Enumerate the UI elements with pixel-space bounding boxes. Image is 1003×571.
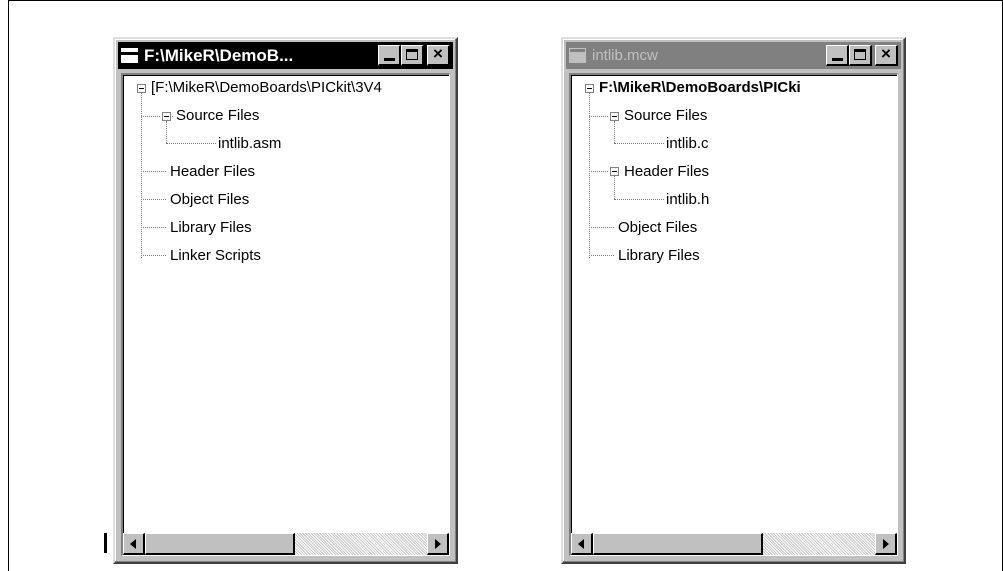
tree-item-object-files[interactable]: Object Files — [170, 188, 249, 212]
project-tree: [F:\MikeR\DemoBoards\PICkit\3V4 Source F… — [123, 75, 449, 533]
title-bar[interactable]: F:\MikeR\DemoB... × — [118, 42, 453, 69]
minimize-button[interactable] — [826, 45, 849, 66]
close-button[interactable]: × — [427, 44, 450, 66]
tree-connector — [589, 227, 614, 228]
horizontal-scrollbar[interactable] — [123, 533, 449, 555]
system-menu-icon[interactable] — [121, 48, 138, 63]
arrow-left-icon — [578, 539, 584, 549]
tree-connector — [141, 199, 166, 200]
maximize-button[interactable] — [401, 45, 424, 66]
scroll-left-button[interactable] — [123, 533, 145, 555]
window-title: F:\MikeR\DemoB... — [144, 45, 294, 65]
arrow-left-icon — [130, 539, 136, 549]
tree-item-header-files[interactable]: Header Files — [624, 160, 709, 184]
tree-item-file[interactable]: intlib.asm — [218, 132, 281, 156]
tree-connector — [166, 143, 216, 144]
tree-connector — [614, 121, 615, 143]
maximize-icon — [406, 49, 418, 60]
minimize-icon — [832, 58, 843, 61]
system-menu-icon[interactable] — [569, 48, 586, 63]
tree-connector — [589, 93, 590, 258]
tree-connector — [589, 116, 608, 117]
collapse-toggle[interactable] — [610, 167, 619, 176]
tree-item-file[interactable]: intlib.c — [666, 132, 709, 156]
close-button[interactable]: × — [875, 44, 898, 66]
tree-item-library-files[interactable]: Library Files — [618, 244, 700, 268]
collapse-toggle[interactable] — [137, 84, 146, 93]
close-icon: × — [433, 44, 443, 63]
tree-connector — [614, 143, 664, 144]
scroll-thumb[interactable] — [593, 533, 763, 555]
tree-item-source-files[interactable]: Source Files — [176, 104, 259, 128]
tree-item-file[interactable]: intlib.h — [666, 188, 709, 212]
tree-connector — [141, 93, 142, 258]
tree-item-source-files[interactable]: Source Files — [624, 104, 707, 128]
tree-connector — [614, 199, 664, 200]
tree-item-header-files[interactable]: Header Files — [170, 160, 255, 184]
project-tree-pane: [F:\MikeR\DemoBoards\PICkit\3V4 Source F… — [121, 73, 450, 556]
close-icon: × — [881, 44, 891, 63]
tree-connector — [141, 171, 166, 172]
project-window-c: intlib.mcw × F:\MikeR\DemoBoards\PICki S… — [561, 37, 906, 564]
project-tree-pane: F:\MikeR\DemoBoards\PICki Source Files i… — [569, 73, 898, 556]
scroll-left-button[interactable] — [571, 533, 593, 555]
tree-connector — [589, 171, 608, 172]
tree-item-linker-scripts[interactable]: Linker Scripts — [170, 244, 261, 268]
tree-item-object-files[interactable]: Object Files — [618, 216, 697, 240]
tree-item-library-files[interactable]: Library Files — [170, 216, 252, 240]
scroll-thumb[interactable] — [145, 533, 295, 555]
arrow-right-icon — [883, 539, 889, 549]
collapse-toggle[interactable] — [585, 84, 594, 93]
tree-connector — [141, 116, 160, 117]
scroll-right-button[interactable] — [875, 533, 897, 555]
minimize-button[interactable] — [378, 45, 401, 66]
scroll-right-button[interactable] — [427, 533, 449, 555]
collapse-toggle[interactable] — [610, 112, 619, 121]
tree-connector — [141, 227, 166, 228]
minimize-icon — [384, 58, 395, 61]
tree-connector — [589, 255, 614, 256]
title-bar[interactable]: intlib.mcw × — [566, 42, 901, 69]
horizontal-scrollbar[interactable] — [571, 533, 897, 555]
tree-root[interactable]: [F:\MikeR\DemoBoards\PICkit\3V4 — [151, 76, 382, 100]
tree-root[interactable]: F:\MikeR\DemoBoards\PICki — [599, 76, 801, 100]
tree-connector — [166, 121, 167, 143]
project-tree: F:\MikeR\DemoBoards\PICki Source Files i… — [571, 75, 897, 533]
frame-mark — [104, 533, 107, 553]
collapse-toggle[interactable] — [162, 112, 171, 121]
window-title: intlib.mcw — [592, 47, 658, 64]
maximize-icon — [854, 49, 866, 60]
maximize-button[interactable] — [849, 45, 872, 66]
tree-connector — [141, 255, 166, 256]
tree-connector — [614, 176, 615, 199]
arrow-right-icon — [435, 539, 441, 549]
project-window-asm: F:\MikeR\DemoB... × [F:\MikeR\DemoBoards… — [113, 37, 458, 564]
